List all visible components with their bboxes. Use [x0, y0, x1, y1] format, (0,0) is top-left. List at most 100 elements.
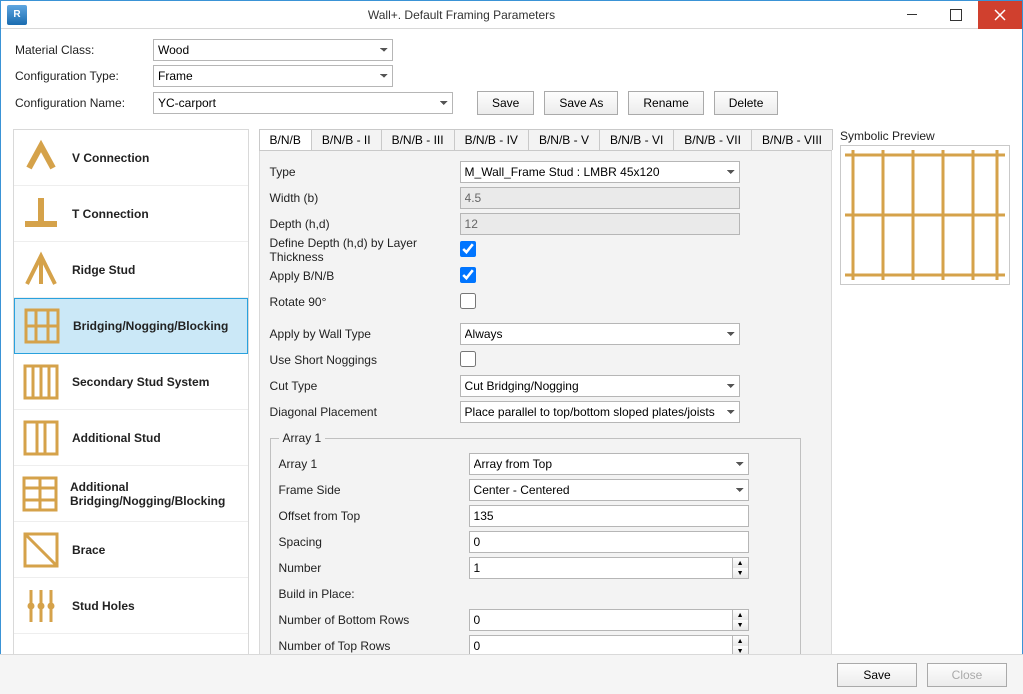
apply-bnb-label: Apply B/N/B: [270, 269, 460, 283]
tab-1[interactable]: B/N/B - II: [311, 129, 382, 150]
width-label: Width (b): [270, 191, 460, 205]
number-spinner[interactable]: ▲▼: [733, 557, 749, 579]
rename-button[interactable]: Rename: [628, 91, 703, 115]
tab-3[interactable]: B/N/B - IV: [454, 129, 529, 150]
tab-2[interactable]: B/N/B - III: [381, 129, 455, 150]
build-in-place-label: Build in Place:: [279, 587, 469, 601]
chevron-down-icon[interactable]: ▼: [733, 620, 748, 630]
framing-icon: [20, 137, 62, 179]
apply-by-wall-select[interactable]: Always: [460, 323, 740, 345]
bottom-rows-spinner[interactable]: ▲▼: [733, 609, 749, 631]
minimize-button[interactable]: [890, 1, 934, 29]
sidebar-item-7[interactable]: Brace: [14, 522, 248, 578]
use-short-checkbox[interactable]: [460, 351, 476, 367]
sidebar-item-6[interactable]: Additional Bridging/Nogging/Blocking: [14, 466, 248, 522]
chevron-up-icon[interactable]: ▲: [733, 610, 748, 620]
rotate-label: Rotate 90°: [270, 295, 460, 309]
preview-title: Symbolic Preview: [840, 129, 1010, 143]
array1-group: Array 1 Array 1Array from Top Frame Side…: [270, 431, 801, 662]
tab-5[interactable]: B/N/B - VI: [599, 129, 674, 150]
array1-offset-label: Offset from Top: [279, 509, 469, 523]
right-area: B/N/BB/N/B - IIB/N/B - IIIB/N/B - IVB/N/…: [259, 129, 1010, 685]
chevron-up-icon[interactable]: ▲: [733, 558, 748, 568]
sidebar-item-2[interactable]: Ridge Stud: [14, 242, 248, 298]
chevron-up-icon[interactable]: ▲: [733, 636, 748, 646]
define-depth-label: Define Depth (h,d) by Layer Thickness: [270, 236, 460, 264]
array1-spacing-label: Spacing: [279, 535, 469, 549]
sidebar-item-0[interactable]: V Connection: [14, 130, 248, 186]
bottom-rows-input[interactable]: [469, 609, 733, 631]
define-depth-checkbox[interactable]: [460, 241, 476, 257]
cut-type-select[interactable]: Cut Bridging/Nogging: [460, 375, 740, 397]
save-as-button[interactable]: Save As: [544, 91, 618, 115]
framing-icon: [21, 305, 63, 347]
config-type-select[interactable]: Frame: [153, 65, 393, 87]
titlebar: R Wall+. Default Framing Parameters: [1, 1, 1022, 29]
preview-panel: Symbolic Preview: [840, 129, 1010, 685]
footer-save-button[interactable]: Save: [837, 663, 917, 687]
framing-icon: [20, 361, 62, 403]
chevron-down-icon[interactable]: ▼: [733, 568, 748, 578]
framing-icon: [20, 193, 62, 235]
tab-0[interactable]: B/N/B: [259, 129, 312, 150]
sidebar-item-8[interactable]: Stud Holes: [14, 578, 248, 634]
close-icon: [994, 9, 1006, 21]
array1-array-select[interactable]: Array from Top: [469, 453, 749, 475]
cut-type-label: Cut Type: [270, 379, 460, 393]
array1-frameside-select[interactable]: Center - Centered: [469, 479, 749, 501]
array1-array-label: Array 1: [279, 457, 469, 471]
sidebar-item-4[interactable]: Secondary Stud System: [14, 354, 248, 410]
close-window-button[interactable]: [978, 1, 1022, 29]
array1-number-input[interactable]: [469, 557, 733, 579]
array1-offset-input[interactable]: [469, 505, 749, 527]
material-class-label: Material Class:: [15, 43, 145, 57]
sidebar-item-1[interactable]: T Connection: [14, 186, 248, 242]
type-select[interactable]: M_Wall_Frame Stud : LMBR 45x120: [460, 161, 740, 183]
footer: Save Close: [0, 654, 1023, 694]
sidebar-item-label: Bridging/Nogging/Blocking: [73, 319, 228, 333]
diag-placement-label: Diagonal Placement: [270, 405, 460, 419]
sidebar-item-label: T Connection: [72, 207, 149, 221]
array1-frameside-label: Frame Side: [279, 483, 469, 497]
tab-7[interactable]: B/N/B - VIII: [751, 129, 833, 150]
sidebar-item-label: Secondary Stud System: [72, 375, 209, 389]
sidebar-item-3[interactable]: Bridging/Nogging/Blocking: [14, 298, 248, 354]
framing-icon: [20, 473, 60, 515]
config-name-label: Configuration Name:: [15, 96, 145, 110]
maximize-button[interactable]: [934, 1, 978, 29]
tab-4[interactable]: B/N/B - V: [528, 129, 600, 150]
sidebar-item-label: V Connection: [72, 151, 149, 165]
apply-by-wall-label: Apply by Wall Type: [270, 327, 460, 341]
window-title: Wall+. Default Framing Parameters: [33, 8, 890, 22]
tab-6[interactable]: B/N/B - VII: [673, 129, 752, 150]
apply-bnb-checkbox[interactable]: [460, 267, 476, 283]
top-rows-label: Number of Top Rows: [279, 639, 469, 653]
delete-button[interactable]: Delete: [714, 91, 779, 115]
array1-number-label: Number: [279, 561, 469, 575]
use-short-label: Use Short Noggings: [270, 353, 460, 367]
framing-icon: [20, 529, 62, 571]
left-panel[interactable]: V Connection T Connection Ridge Stud Bridgi…: [13, 129, 249, 685]
array1-spacing-input[interactable]: [469, 531, 749, 553]
tab-strip: B/N/BB/N/B - IIB/N/B - IIIB/N/B - IVB/N/…: [259, 129, 832, 151]
preview-image: [840, 145, 1010, 285]
depth-input: [460, 213, 740, 235]
parameter-panel[interactable]: TypeM_Wall_Frame Stud : LMBR 45x120 Widt…: [259, 151, 832, 685]
main-area: V Connection T Connection Ridge Stud Bridgi…: [1, 123, 1022, 685]
material-class-select[interactable]: Wood: [153, 39, 393, 61]
save-button[interactable]: Save: [477, 91, 534, 115]
framing-preview-icon: [845, 150, 1005, 280]
config-name-select[interactable]: YC-carport: [153, 92, 453, 114]
type-label: Type: [270, 165, 460, 179]
bottom-rows-label: Number of Bottom Rows: [279, 613, 469, 627]
sidebar-item-label: Stud Holes: [72, 599, 135, 613]
diag-placement-select[interactable]: Place parallel to top/bottom sloped plat…: [460, 401, 740, 423]
depth-label: Depth (h,d): [270, 217, 460, 231]
footer-close-button[interactable]: Close: [927, 663, 1007, 687]
app-icon: R: [7, 5, 27, 25]
array1-legend: Array 1: [279, 431, 326, 445]
sidebar-item-5[interactable]: Additional Stud: [14, 410, 248, 466]
top-form: Material Class: Wood Configuration Type:…: [1, 29, 1022, 123]
rotate-checkbox[interactable]: [460, 293, 476, 309]
sidebar-item-label: Brace: [72, 543, 105, 557]
